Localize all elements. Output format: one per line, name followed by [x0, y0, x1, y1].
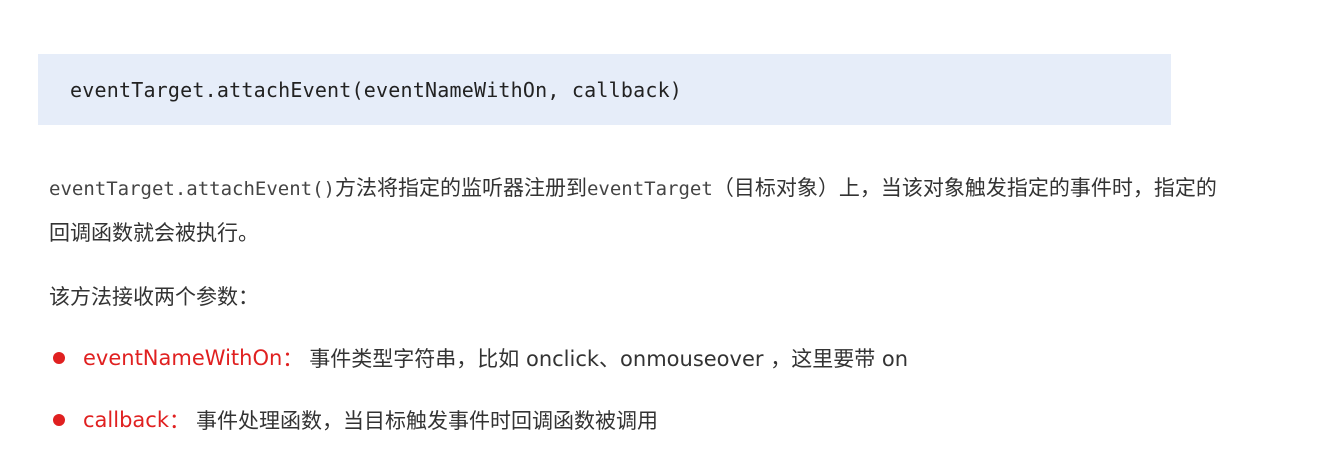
list-item: callback ： 事件处理函数，当目标触发事件时回调函数被调用 [49, 400, 908, 440]
param-description: 事件处理函数，当目标触发事件时回调函数被调用 [196, 409, 658, 433]
target-code: eventTarget [586, 178, 713, 200]
description-paragraph: eventTarget.attachEvent()方法将指定的监听器注册到eve… [49, 166, 1229, 255]
param-colon: ： [282, 347, 304, 371]
param-colon: ： [169, 409, 190, 433]
params-list: eventNameWithOn ： 事件类型字符串，比如 onclick、onm… [49, 338, 908, 462]
list-item: eventNameWithOn ： 事件类型字符串，比如 onclick、onm… [49, 338, 908, 378]
param-name: callback [83, 408, 169, 432]
description-text-1: 方法将指定的监听器注册到 [334, 176, 587, 200]
param-name: eventNameWithOn [83, 346, 283, 370]
code-block: eventTarget.attachEvent(eventNameWithOn,… [38, 54, 1171, 125]
method-code: eventTarget.attachEvent() [49, 178, 335, 200]
bullet-icon [53, 352, 65, 364]
params-intro: 该方法接收两个参数： [49, 285, 259, 309]
param-description: 事件类型字符串，比如 onclick、onmouseover ，这里要带 on [309, 347, 909, 371]
bullet-icon [53, 414, 65, 426]
code-line: eventTarget.attachEvent(eventNameWithOn,… [70, 77, 683, 102]
